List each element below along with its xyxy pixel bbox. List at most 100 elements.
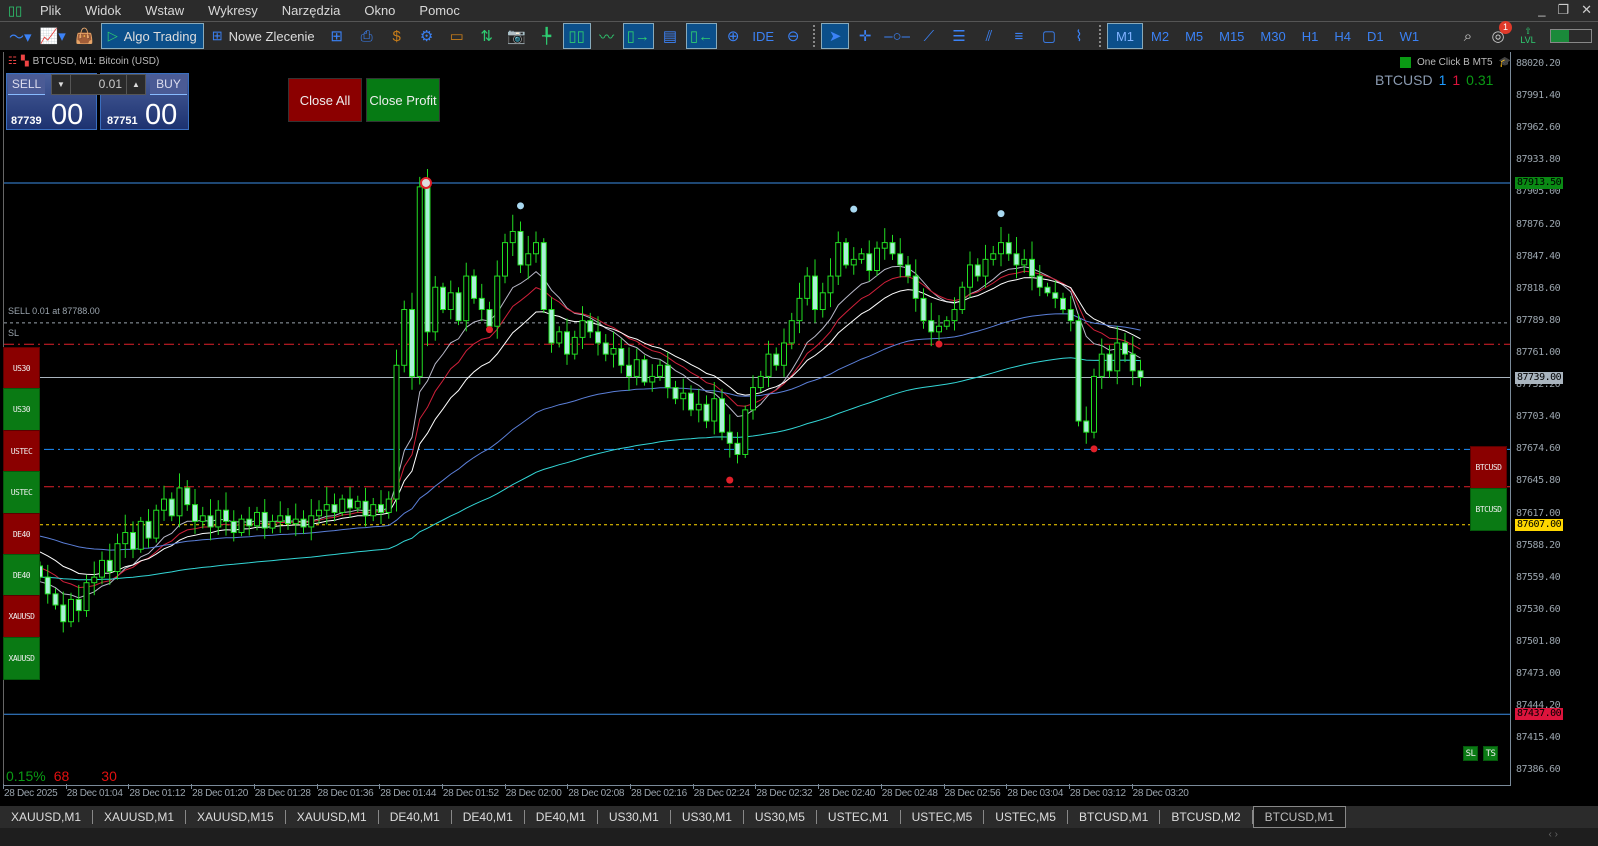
symbol-button-btcusd-buy[interactable]: BTCUSD (1470, 488, 1507, 531)
screenshot-icon[interactable]: 📷 (503, 23, 531, 49)
price-tick-label: 87962.60 (1516, 122, 1561, 134)
autoscroll-icon[interactable]: ▯→ (622, 23, 654, 49)
notifications-icon[interactable]: ◎ 1 (1484, 21, 1512, 49)
chart-tab[interactable]: DE40,M1 (379, 810, 452, 824)
buy-button[interactable]: BUY (150, 75, 187, 95)
symbol-button-xauusd-sell[interactable]: XAUUSD (3, 595, 40, 639)
chart-tab[interactable]: US30,M1 (671, 810, 744, 824)
new-order-label: Nowe Zlecenie (228, 28, 315, 44)
time-tick-label: 28 Dec 03:20 (1132, 788, 1189, 799)
lot-stepper[interactable]: ▼ 0.01 ▲ (51, 74, 146, 95)
horizontal-line-icon[interactable]: –○– (881, 23, 913, 49)
market-bag-icon[interactable]: 👜 (71, 23, 99, 49)
symbol-button-us30-buy[interactable]: US30 (3, 388, 40, 432)
gear-icon[interactable]: ⚙ (413, 23, 441, 49)
time-tick-label: 28 Dec 02:56 (944, 788, 1001, 799)
chart-tab[interactable]: XAUUSD,M15 (186, 810, 286, 824)
indicator-window-icon[interactable]: ⌇ (1065, 23, 1093, 49)
chart-shift-left-icon[interactable]: ▯← (685, 23, 718, 49)
menu-pomoc[interactable]: Pomoc (409, 3, 473, 18)
trendline-icon[interactable]: ⟋ (915, 23, 943, 49)
lvl-icon[interactable]: ⇧ LVL (1514, 23, 1542, 49)
candlestick-icon[interactable]: ▯▯ (562, 23, 591, 49)
timeframe-m2[interactable]: M2 (1143, 23, 1177, 49)
channel-icon[interactable]: ⫽ (975, 23, 1003, 49)
lot-input[interactable]: 0.01 (71, 75, 126, 94)
sl-button[interactable]: SL (1463, 746, 1478, 761)
chart-tab[interactable]: XAUUSD,M1 (93, 810, 187, 824)
line-chart-icon[interactable]: 〰 (593, 23, 621, 49)
timeframe-m5[interactable]: M5 (1177, 23, 1211, 49)
folder-icon[interactable]: ▭ (443, 23, 471, 49)
indicators-icon[interactable]: 📈▾ (37, 23, 69, 49)
symbol-button-xauusd-buy[interactable]: XAUUSD (3, 636, 40, 680)
symbol-button-btcusd-sell[interactable]: BTCUSD (1470, 446, 1507, 489)
shapes-icon[interactable]: ▢ (1035, 23, 1063, 49)
stats-value-a: 68 (53, 768, 70, 784)
menu-okno[interactable]: Okno (354, 3, 409, 18)
fibonacci-icon[interactable]: ☰ (945, 23, 973, 49)
close-profit-button[interactable]: Close Profit (366, 78, 440, 122)
chart-tab[interactable]: BTCUSD,M2 (1160, 810, 1253, 824)
ts-button[interactable]: TS (1483, 746, 1498, 761)
close-all-button[interactable]: Close All (288, 78, 362, 122)
dollar-icon[interactable]: $ (383, 23, 411, 49)
price-tick-label: 87674.60 (1516, 443, 1561, 455)
print-icon[interactable]: ⎙ (353, 23, 381, 49)
chart-type-icon[interactable]: 〜▾ (6, 23, 35, 49)
chart-tab[interactable]: USTEC,M5 (984, 810, 1068, 824)
trade-arrows-icon[interactable]: ⇅ (473, 23, 501, 49)
timeframe-h4[interactable]: H4 (1326, 23, 1359, 49)
tile-windows-icon[interactable]: ⊞ (323, 23, 351, 49)
chart-tab[interactable]: DE40,M1 (452, 810, 525, 824)
chart-tab[interactable]: BTCUSD,M1 (1068, 810, 1161, 824)
tab-scroll-icon[interactable]: ‹ › (1549, 829, 1558, 840)
crosshair-icon[interactable]: ✛ (851, 23, 879, 49)
bar-chart-icon[interactable]: ╄ (533, 23, 561, 49)
chart-tab[interactable]: US30,M1 (598, 810, 671, 824)
chart-tab[interactable]: US30,M5 (744, 810, 817, 824)
minimize-icon[interactable]: _ (1538, 2, 1545, 18)
menu-narzedzia[interactable]: Narzędzia (272, 3, 355, 18)
lines-icon[interactable]: ≡ (1005, 23, 1033, 49)
symbol-button-us30-sell[interactable]: US30 (3, 347, 40, 390)
timeframe-m30[interactable]: M30 (1252, 23, 1293, 49)
timeframe-m1[interactable]: M1 (1106, 23, 1143, 49)
ide-button[interactable]: IDE (749, 23, 777, 49)
symbol-button-ustec-sell[interactable]: USTEC (3, 429, 40, 473)
menu-wykresy[interactable]: Wykresy (198, 3, 272, 18)
new-order-button[interactable]: ⊞ Nowe Zlecenie (206, 23, 321, 49)
symbol-button-ustec-buy[interactable]: USTEC (3, 471, 40, 515)
symbol-button-de40-buy[interactable]: DE40 (3, 554, 40, 597)
chart-tab[interactable]: BTCUSD,M1 (1252, 806, 1347, 828)
chart-tab[interactable]: USTEC,M5 (901, 810, 985, 824)
sell-button[interactable]: SELL (8, 75, 45, 95)
price-tag: 87739.00 (1515, 371, 1564, 384)
menu-wstaw[interactable]: Wstaw (135, 3, 198, 18)
chart-tab[interactable]: USTEC,M1 (817, 810, 901, 824)
timeframe-d1[interactable]: D1 (1359, 23, 1392, 49)
close-icon[interactable]: ✕ (1581, 2, 1592, 18)
zoom-out-icon[interactable]: ⊖ (779, 23, 807, 49)
symbol-button-de40-sell[interactable]: DE40 (3, 512, 40, 556)
algo-trading-label: Algo Trading (123, 28, 197, 44)
menu-widok[interactable]: Widok (75, 3, 135, 18)
lot-decrease-icon[interactable]: ▼ (52, 75, 71, 94)
zoom-in-icon[interactable]: ⊕ (719, 23, 747, 49)
menu-plik[interactable]: Plik (30, 3, 75, 18)
chart-window[interactable]: ☷ ▚ BTCUSD, M1: Bitcoin (USD) 87739 00 SEL… (0, 52, 1598, 804)
timeframe-w1[interactable]: W1 (1392, 23, 1428, 49)
chart-tab[interactable]: XAUUSD,M1 (0, 810, 94, 824)
graduation-cap-icon: 🎓 (1498, 57, 1512, 68)
time-tick-label: 28 Dec 03:04 (1007, 788, 1064, 799)
timeframe-h1[interactable]: H1 (1294, 23, 1327, 49)
search-icon[interactable]: ⌕ (1454, 23, 1482, 49)
chart-tab[interactable]: DE40,M1 (525, 810, 598, 824)
restore-icon[interactable]: ❐ (1557, 2, 1569, 18)
timeframe-m15[interactable]: M15 (1211, 23, 1252, 49)
chart-shift-icon[interactable]: ▤ (656, 23, 684, 49)
cursor-icon[interactable]: ➤ (821, 23, 850, 49)
lot-increase-icon[interactable]: ▲ (126, 75, 145, 94)
chart-tab[interactable]: XAUUSD,M1 (286, 810, 379, 824)
algo-trading-button[interactable]: ▷ Algo Trading (100, 23, 204, 49)
